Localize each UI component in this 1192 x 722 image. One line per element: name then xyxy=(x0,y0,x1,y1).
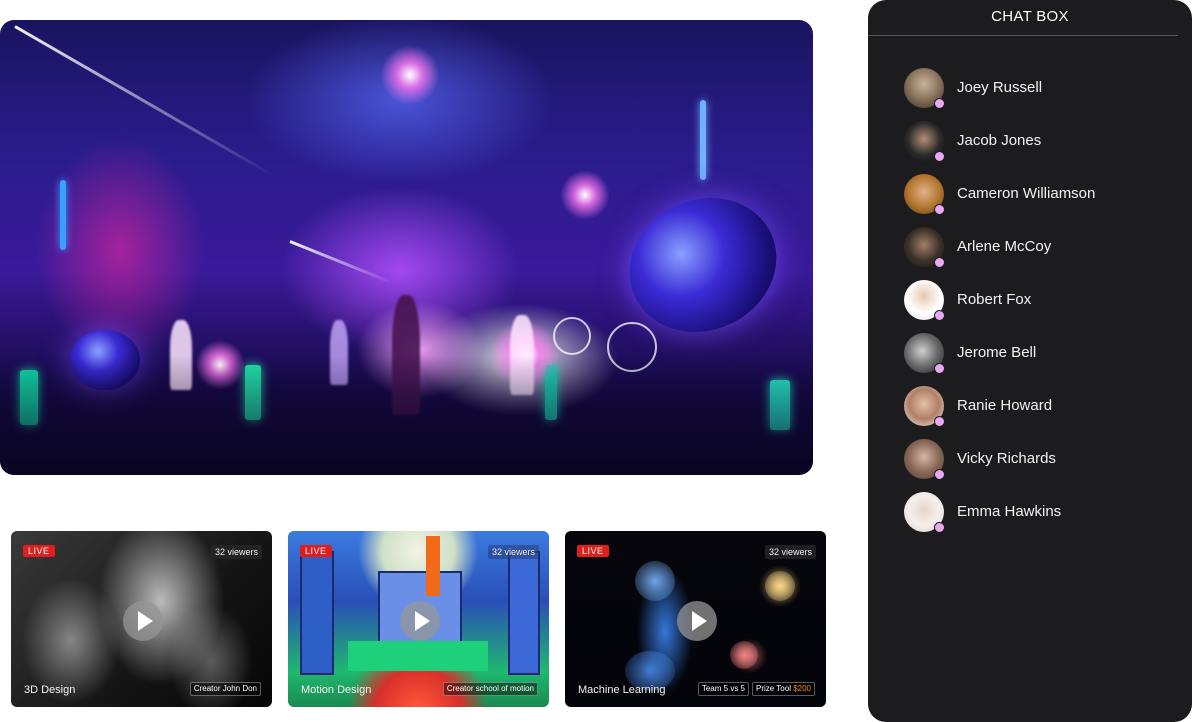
viewer-count: 32 viewers xyxy=(487,545,539,559)
prize-tag: Prize Tool $200 xyxy=(752,682,815,696)
chat-box-title: CHAT BOX xyxy=(991,8,1069,25)
avatar xyxy=(904,385,945,427)
stream-card-3d-design[interactable]: LIVE 32 viewers 3D Design Creator John D… xyxy=(11,531,272,707)
avatar xyxy=(904,67,945,109)
light-beam xyxy=(14,25,276,178)
chat-user-item[interactable]: Jacob Jones xyxy=(904,114,1095,167)
chat-user-item[interactable]: Joey Russell xyxy=(904,61,1095,114)
chat-user-name: Cameron Williamson xyxy=(957,185,1096,202)
avatar xyxy=(904,226,945,268)
avatar xyxy=(904,491,945,533)
viewer-count: 32 viewers xyxy=(764,545,816,559)
avatar xyxy=(904,173,945,215)
viewer-count: 32 viewers xyxy=(210,545,262,559)
street-floor xyxy=(0,355,813,475)
avatar xyxy=(904,120,945,162)
chat-box-panel: CHAT BOX Joey Russell Jacob Jones Camero… xyxy=(868,0,1192,722)
decor-arrow xyxy=(426,536,440,596)
chat-user-item[interactable]: Robert Fox xyxy=(904,273,1095,326)
avatar xyxy=(904,279,945,321)
stream-tags: Team 5 vs 5 Prize Tool $200 xyxy=(697,682,815,696)
chat-user-name: Jacob Jones xyxy=(957,132,1042,149)
stream-tags: Creator school of motion xyxy=(442,682,538,696)
decor-particle xyxy=(635,561,675,601)
stream-title: Motion Design xyxy=(301,684,372,696)
chat-user-name: Emma Hawkins xyxy=(957,503,1062,520)
online-status-icon xyxy=(934,150,945,162)
play-icon[interactable] xyxy=(123,601,163,641)
online-status-icon xyxy=(934,362,945,374)
chat-user-name: Joey Russell xyxy=(957,79,1043,96)
chat-user-item[interactable]: Ranie Howard xyxy=(904,379,1095,432)
live-badge: LIVE xyxy=(300,545,332,557)
featured-stream-video[interactable] xyxy=(0,20,813,475)
glow-light xyxy=(380,45,440,105)
avatar xyxy=(904,438,945,480)
live-badge: LIVE xyxy=(23,545,55,557)
chat-user-name: Ranie Howard xyxy=(957,397,1053,414)
team-tag: Team 5 vs 5 xyxy=(697,682,749,696)
chat-user-name: Arlene McCoy xyxy=(957,238,1052,255)
prize-label: Prize Tool xyxy=(756,684,794,693)
avatar xyxy=(904,332,945,374)
chat-user-name: Jerome Bell xyxy=(957,344,1037,361)
decor-particle xyxy=(730,641,758,669)
chat-user-name: Vicky Richards xyxy=(957,450,1056,467)
chat-user-item[interactable]: Emma Hawkins xyxy=(904,485,1095,538)
prize-amount: $200 xyxy=(793,684,811,693)
online-status-icon xyxy=(934,97,945,109)
chat-user-list: Joey Russell Jacob Jones Cameron William… xyxy=(904,61,1095,538)
decor-panel xyxy=(300,551,334,675)
stream-card-motion-design[interactable]: LIVE 32 viewers Motion Design Creator sc… xyxy=(288,531,549,707)
chat-user-item[interactable]: Jerome Bell xyxy=(904,326,1095,379)
online-status-icon xyxy=(934,415,945,427)
chat-user-name: Robert Fox xyxy=(957,291,1032,308)
neon-sign xyxy=(60,180,66,250)
decor-panel xyxy=(348,641,488,671)
play-icon[interactable] xyxy=(677,601,717,641)
chat-divider xyxy=(868,35,1178,36)
creator-tag: Creator John Don xyxy=(189,682,261,696)
live-badge: LIVE xyxy=(577,545,609,557)
chat-user-item[interactable]: Cameron Williamson xyxy=(904,167,1095,220)
light-beam xyxy=(289,240,393,285)
online-status-icon xyxy=(934,203,945,215)
neon-sign xyxy=(700,100,706,180)
chat-user-item[interactable]: Vicky Richards xyxy=(904,432,1095,485)
glow-light xyxy=(560,170,610,220)
play-icon[interactable] xyxy=(400,601,440,641)
hologram-ring xyxy=(553,317,591,355)
stream-title: 3D Design xyxy=(24,684,76,696)
creator-tag: Creator school of motion xyxy=(442,682,538,696)
online-status-icon xyxy=(934,256,945,268)
online-status-icon xyxy=(934,468,945,480)
chat-user-item[interactable]: Arlene McCoy xyxy=(904,220,1095,273)
online-status-icon xyxy=(934,309,945,321)
stream-card-machine-learning[interactable]: LIVE 32 viewers Machine Learning Team 5 … xyxy=(565,531,826,707)
decor-panel xyxy=(508,551,540,675)
stream-title: Machine Learning xyxy=(578,684,666,696)
stream-tags: Creator John Don xyxy=(189,682,261,696)
online-status-icon xyxy=(934,521,945,533)
decor-particle xyxy=(765,571,795,601)
